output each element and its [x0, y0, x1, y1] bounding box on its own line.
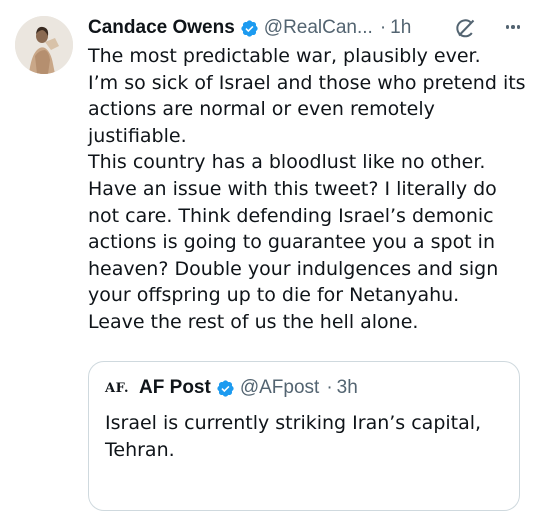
verified-badge-icon [240, 19, 259, 38]
separator-dot: · [379, 17, 387, 38]
more-dot [505, 25, 510, 29]
tweet-text-line: Have an issue with this tweet? I literal… [88, 177, 497, 200]
separator-dot: · [326, 377, 333, 398]
more-dot [516, 25, 521, 29]
quoted-tweet-text: Israel is currently striking Iran’s capi… [105, 410, 505, 463]
verified-badge-icon [216, 379, 235, 398]
author-name[interactable]: Candace Owens [88, 17, 235, 39]
tweet-text-line: This country has a bloodlust like no oth… [88, 151, 486, 174]
quoted-text-line: Israel is currently striking Iran’s capi… [105, 412, 482, 434]
more-options-icon[interactable] [500, 14, 526, 40]
quoted-author-name[interactable]: AF Post [139, 377, 211, 399]
grok-icon[interactable] [453, 17, 477, 41]
author-handle[interactable]: @RealCan... [264, 17, 373, 39]
af-post-logo: AF. [105, 380, 130, 396]
tweet-text-line: not care. Think defending Israel’s demon… [88, 204, 494, 227]
tweet-text-line: actions is going to guarantee you a spot… [88, 231, 495, 254]
tweet-text-line: your offspring up to die for Netanyahu. [88, 284, 460, 307]
tweet-text-line: actions are normal or even remotely [88, 98, 435, 121]
quoted-author-handle[interactable]: @AFpost [240, 377, 319, 399]
tweet-text: The most predictable war, plausibly ever… [88, 43, 534, 336]
tweet-text-line: I’m so sick of Israel and those who pret… [88, 71, 526, 94]
tweet-text-line: The most predictable war, plausibly ever… [88, 45, 481, 67]
quoted-tweet-timestamp[interactable]: 3h [337, 377, 358, 399]
more-dot [511, 25, 515, 29]
quoted-text-line: Tehran. [105, 438, 175, 461]
author-avatar[interactable] [15, 16, 73, 74]
tweet-text-line: heaven? Double your indulgences and sign [88, 257, 499, 280]
quoted-tweet-card[interactable]: AF. AF Post @AFpost · 3h Israel is curre… [88, 361, 520, 511]
quoted-tweet-header: AF. AF Post @AFpost · 3h [105, 375, 358, 401]
tweet-text-line: Leave the rest of us the hell alone. [88, 310, 419, 333]
tweet-text-line: justifiable. [88, 124, 187, 147]
tweet-timestamp[interactable]: 1h [390, 17, 411, 39]
